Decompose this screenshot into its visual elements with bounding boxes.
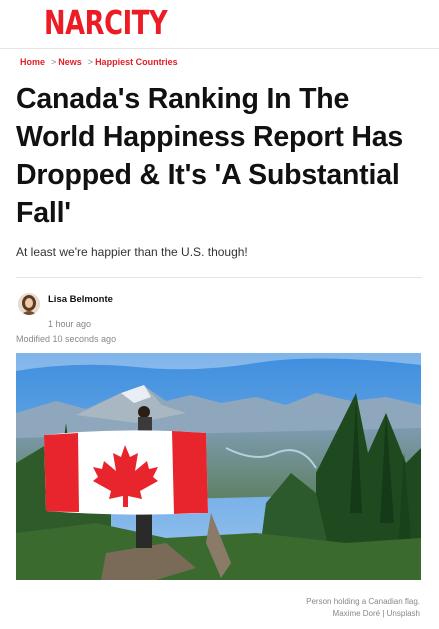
hero-image (16, 353, 421, 580)
avatar-icon (18, 293, 40, 315)
canadian-flag (44, 430, 208, 515)
breadcrumb-category[interactable]: Happiest Countries (95, 57, 178, 67)
canada-flag-landscape-image (16, 353, 421, 580)
author-name[interactable]: Lisa Belmonte (48, 294, 113, 306)
article-subtitle: At least we're happier than the U.S. tho… (16, 245, 248, 259)
header-divider (0, 48, 439, 49)
breadcrumb: Home > News > Happiest Countries (20, 56, 178, 68)
breadcrumb-home[interactable]: Home (20, 57, 45, 67)
image-caption: Person holding a Canadian flag. Maxime D… (306, 596, 420, 620)
site-header: NARCITY (0, 0, 439, 48)
breadcrumb-separator: > (51, 57, 57, 67)
author-avatar[interactable] (18, 293, 40, 315)
modified-time: Modified 10 seconds ago (16, 334, 117, 344)
publish-time: 1 hour ago (48, 319, 92, 329)
site-logo[interactable]: NARCITY (44, 4, 168, 42)
breadcrumb-news[interactable]: News (58, 57, 82, 67)
content-divider (16, 277, 422, 278)
breadcrumb-separator: > (87, 57, 94, 67)
caption-credit: Maxime Doré | Unsplash (332, 609, 420, 618)
caption-text: Person holding a Canadian flag. (306, 597, 420, 606)
article-title: Canada's Ranking In The World Happiness … (16, 83, 404, 229)
